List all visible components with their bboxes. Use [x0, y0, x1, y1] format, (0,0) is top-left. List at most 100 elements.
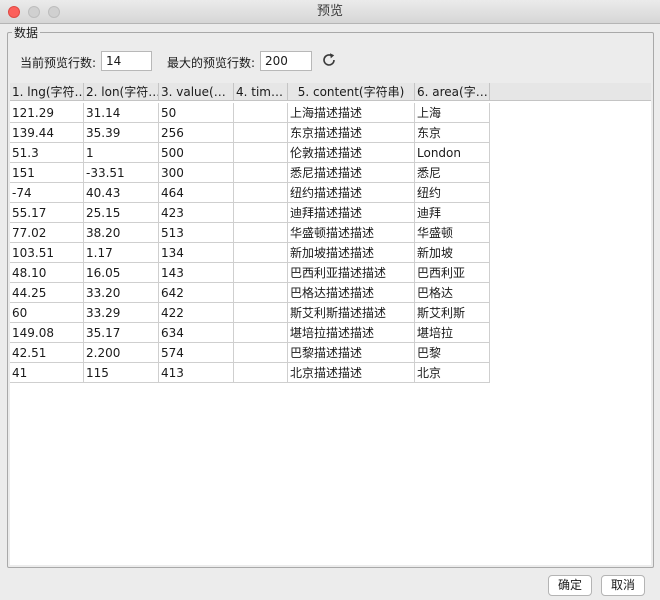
table-row[interactable]: 77.02 38.20 513 华盛顿描述描述 华盛顿: [10, 223, 490, 243]
table-cell[interactable]: [234, 123, 288, 143]
table-cell[interactable]: 上海: [415, 103, 490, 123]
table-cell[interactable]: -74: [10, 183, 84, 203]
table-row[interactable]: 60 33.29 422 斯艾利斯描述描述 斯艾利斯: [10, 303, 490, 323]
table-cell[interactable]: 139.44: [10, 123, 84, 143]
minimize-window-button[interactable]: [28, 6, 40, 18]
table-cell[interactable]: 2.200: [84, 343, 159, 363]
table-cell[interactable]: 巴格达: [415, 283, 490, 303]
table-cell[interactable]: 1.17: [84, 243, 159, 263]
table-cell[interactable]: 东京描述描述: [288, 123, 415, 143]
table-cell[interactable]: [234, 203, 288, 223]
table-cell[interactable]: 143: [159, 263, 234, 283]
table-cell[interactable]: 60: [10, 303, 84, 323]
close-window-button[interactable]: [8, 6, 20, 18]
table-cell[interactable]: 斯艾利斯描述描述: [288, 303, 415, 323]
table-cell[interactable]: 51.3: [10, 143, 84, 163]
table-cell[interactable]: 堪培拉: [415, 323, 490, 343]
table-cell[interactable]: 35.39: [84, 123, 159, 143]
table-cell[interactable]: [234, 263, 288, 283]
table-cell[interactable]: 413: [159, 363, 234, 383]
table-cell[interactable]: [234, 363, 288, 383]
table-cell[interactable]: 103.51: [10, 243, 84, 263]
table-cell[interactable]: 423: [159, 203, 234, 223]
column-header-6[interactable]: 6. area(字…: [415, 83, 490, 101]
table-cell[interactable]: 悉尼描述描述: [288, 163, 415, 183]
table-cell[interactable]: 41: [10, 363, 84, 383]
table-cell[interactable]: [234, 143, 288, 163]
table-cell[interactable]: [234, 103, 288, 123]
table-cell[interactable]: 422: [159, 303, 234, 323]
table-cell[interactable]: 巴黎: [415, 343, 490, 363]
table-cell[interactable]: 迪拜: [415, 203, 490, 223]
table-cell[interactable]: 1: [84, 143, 159, 163]
table-cell[interactable]: 38.20: [84, 223, 159, 243]
table-row[interactable]: 55.17 25.15 423 迪拜描述描述 迪拜: [10, 203, 490, 223]
table-cell[interactable]: 44.25: [10, 283, 84, 303]
table-cell[interactable]: 464: [159, 183, 234, 203]
table-cell[interactable]: [234, 163, 288, 183]
table-cell[interactable]: [234, 303, 288, 323]
current-rows-field[interactable]: 14: [101, 51, 152, 71]
table-cell[interactable]: [234, 283, 288, 303]
table-cell[interactable]: 巴西利亚描述描述: [288, 263, 415, 283]
table-cell[interactable]: 115: [84, 363, 159, 383]
table-row[interactable]: -74 40.43 464 纽约描述描述 纽约: [10, 183, 490, 203]
column-header-1[interactable]: 1. lng(字符…: [10, 83, 84, 101]
table-cell[interactable]: 256: [159, 123, 234, 143]
table-row[interactable]: 121.29 31.14 50 上海描述描述 上海: [10, 103, 490, 123]
table-cell[interactable]: 149.08: [10, 323, 84, 343]
table-cell[interactable]: [234, 183, 288, 203]
table-cell[interactable]: 300: [159, 163, 234, 183]
table-cell[interactable]: 堪培拉描述描述: [288, 323, 415, 343]
table-row[interactable]: 103.51 1.17 134 新加坡描述描述 新加坡: [10, 243, 490, 263]
table-cell[interactable]: 16.05: [84, 263, 159, 283]
table-cell[interactable]: 634: [159, 323, 234, 343]
ok-button[interactable]: 确定: [548, 575, 592, 596]
cancel-button[interactable]: 取消: [601, 575, 645, 596]
table-cell[interactable]: 伦敦描述描述: [288, 143, 415, 163]
column-header-4[interactable]: 4. tim…: [234, 83, 288, 101]
table-cell[interactable]: 500: [159, 143, 234, 163]
table-cell[interactable]: 33.29: [84, 303, 159, 323]
table-cell[interactable]: 上海描述描述: [288, 103, 415, 123]
table-cell[interactable]: 迪拜描述描述: [288, 203, 415, 223]
table-row[interactable]: 151 -33.51 300 悉尼描述描述 悉尼: [10, 163, 490, 183]
column-header-3[interactable]: 3. value(…: [159, 83, 234, 101]
maximize-window-button[interactable]: [48, 6, 60, 18]
table-row[interactable]: 41 115 413 北京描述描述 北京: [10, 363, 490, 383]
table-cell[interactable]: 巴黎描述描述: [288, 343, 415, 363]
table-cell[interactable]: 华盛顿描述描述: [288, 223, 415, 243]
table-row[interactable]: 149.08 35.17 634 堪培拉描述描述 堪培拉: [10, 323, 490, 343]
table-cell[interactable]: 121.29: [10, 103, 84, 123]
table-cell[interactable]: 新加坡: [415, 243, 490, 263]
table-cell[interactable]: 151: [10, 163, 84, 183]
table-cell[interactable]: 50: [159, 103, 234, 123]
table-cell[interactable]: 东京: [415, 123, 490, 143]
table-cell[interactable]: 77.02: [10, 223, 84, 243]
table-cell[interactable]: 新加坡描述描述: [288, 243, 415, 263]
table-cell[interactable]: 55.17: [10, 203, 84, 223]
table-row[interactable]: 42.51 2.200 574 巴黎描述描述 巴黎: [10, 343, 490, 363]
table-cell[interactable]: 巴西利亚: [415, 263, 490, 283]
table-cell[interactable]: 巴格达描述描述: [288, 283, 415, 303]
table-row[interactable]: 51.3 1 500 伦敦描述描述 London: [10, 143, 490, 163]
table-cell[interactable]: 华盛顿: [415, 223, 490, 243]
table-cell[interactable]: 北京: [415, 363, 490, 383]
table-row[interactable]: 139.44 35.39 256 东京描述描述 东京: [10, 123, 490, 143]
table-cell[interactable]: 斯艾利斯: [415, 303, 490, 323]
table-cell[interactable]: 48.10: [10, 263, 84, 283]
table-cell[interactable]: 纽约: [415, 183, 490, 203]
table-row[interactable]: 44.25 33.20 642 巴格达描述描述 巴格达: [10, 283, 490, 303]
table-cell[interactable]: 悉尼: [415, 163, 490, 183]
table-cell[interactable]: 25.15: [84, 203, 159, 223]
table-cell[interactable]: 31.14: [84, 103, 159, 123]
table-cell[interactable]: 134: [159, 243, 234, 263]
column-header-5[interactable]: 5. content(字符串): [288, 83, 415, 101]
refresh-icon[interactable]: [320, 51, 338, 69]
table-cell[interactable]: -33.51: [84, 163, 159, 183]
table-cell[interactable]: 北京描述描述: [288, 363, 415, 383]
table-cell[interactable]: 574: [159, 343, 234, 363]
table-cell[interactable]: [234, 243, 288, 263]
column-header-2[interactable]: 2. lon(字符…: [84, 83, 159, 101]
table-cell[interactable]: 513: [159, 223, 234, 243]
